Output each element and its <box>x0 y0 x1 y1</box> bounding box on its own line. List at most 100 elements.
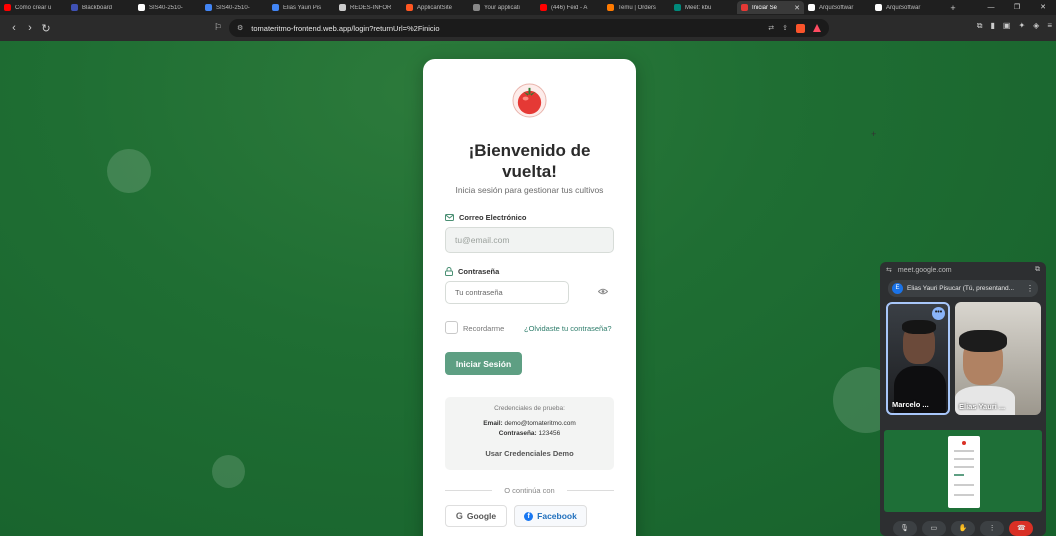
translate-icon[interactable]: ⇄ <box>768 24 774 32</box>
new-tab-button[interactable]: + <box>946 3 960 13</box>
menu-icon[interactable]: ≡ <box>1047 21 1052 31</box>
browser-tab[interactable]: REDES-INFOR <box>335 1 402 14</box>
tab-label: Iniciar Se <box>752 4 778 11</box>
shared-screen-line <box>954 484 974 486</box>
browser-tab[interactable]: Blackboard <box>67 1 134 14</box>
presenter-avatar: E <box>892 283 903 294</box>
shared-screen-line <box>954 494 974 496</box>
cursor-crosshair-icon: + <box>871 129 877 139</box>
tab-label: Your applicati <box>484 4 520 11</box>
vpn-icon[interactable]: ◈ <box>1033 21 1039 31</box>
tab-favicon-icon <box>473 4 480 11</box>
address-bar[interactable]: ⚙ tomateritmo-frontend.web.app/login?ret… <box>229 19 829 37</box>
bookmark-icon[interactable]: ⚐ <box>214 22 222 33</box>
browser-tab[interactable]: ArquiSoftwar <box>871 1 938 14</box>
remember-me-checkbox[interactable] <box>445 321 458 334</box>
back-icon[interactable]: ‹ <box>6 22 22 34</box>
site-info-icon[interactable]: ⚙ <box>237 24 243 32</box>
camera-icon[interactable]: ▭ <box>921 520 946 536</box>
more-options-icon[interactable]: ⋮ <box>1026 284 1034 293</box>
use-demo-credentials-button[interactable]: Usar Credenciales Demo <box>473 445 586 462</box>
participant-hair <box>902 320 936 334</box>
demo-password-label: Contraseña: <box>498 430 537 437</box>
mail-icon <box>445 214 454 221</box>
share-icon[interactable]: ⇪ <box>782 24 788 32</box>
email-input[interactable]: tu@email.com <box>445 227 614 253</box>
brave-shields-icon[interactable] <box>796 23 805 33</box>
meet-pip-window[interactable]: ⇆ meet.google.com ⧉ E Elias Yauri Pisuca… <box>880 262 1046 536</box>
close-window-button[interactable]: ✕ <box>1030 0 1056 15</box>
participant-name: Elias Yauri ... <box>959 402 1006 411</box>
tab-favicon-icon <box>741 4 748 11</box>
shared-screen-line <box>954 450 974 452</box>
raise-hand-icon[interactable]: ✋ <box>950 520 975 536</box>
demo-credentials-box: Credenciales de prueba: Email: demo@toma… <box>445 397 614 470</box>
divider-right <box>567 490 614 491</box>
browser-tab[interactable]: SIS40-2510- <box>201 1 268 14</box>
welcome-title-line-1: ¡Bienvenido de <box>468 141 591 160</box>
show-password-eye-icon[interactable] <box>598 288 608 295</box>
browser-tab[interactable]: (446) Feid - A <box>536 1 603 14</box>
demo-email-label: Email: <box>483 420 503 427</box>
end-call-icon[interactable]: ☎ <box>1009 520 1034 536</box>
password-placeholder: Tu contraseña <box>455 288 503 297</box>
reload-icon[interactable]: ↻ <box>38 22 54 35</box>
facebook-icon: f <box>524 511 534 521</box>
browser-tab[interactable]: Meet: kbu <box>670 1 737 14</box>
leo-icon[interactable]: ✦ <box>1018 21 1025 31</box>
tab-label: SIS40-2510- <box>216 4 250 11</box>
sidebar-icon[interactable]: ▮ <box>991 21 995 31</box>
presenting-text: Elias Yauri Pisucar (Tú, presentand... <box>907 285 1015 292</box>
extensions-icon[interactable]: ⧉ <box>977 21 983 31</box>
tab-label: ApplicantSite <box>417 4 453 11</box>
password-label: Contraseña <box>445 267 499 276</box>
demo-password-value: 123456 <box>538 430 561 437</box>
window-controls: — ❐ ✕ <box>978 0 1056 15</box>
tab-label: Temu | Orders <box>618 4 656 11</box>
tab-favicon-icon <box>406 4 413 11</box>
password-input[interactable]: Tu contraseña <box>445 281 569 304</box>
tab-label: Elias Yauri Pis <box>283 4 322 11</box>
microphone-icon[interactable]: 🎙 <box>892 520 917 536</box>
restore-button[interactable]: ❐ <box>1004 0 1030 15</box>
tab-label: Meet: kbu <box>685 4 712 11</box>
google-login-label: Google <box>466 511 497 521</box>
login-button[interactable]: Iniciar Sesión <box>445 352 522 375</box>
close-tab-icon[interactable]: ✕ <box>794 4 800 12</box>
forgot-password-link[interactable]: ¿Olvidaste tu contraseña? <box>524 324 612 333</box>
tab-label: (446) Feid - A <box>551 4 588 11</box>
shared-screen-line <box>954 458 974 460</box>
forward-icon[interactable]: › <box>22 22 38 34</box>
browser-tab[interactable]: Iniciar Se ✕ <box>737 1 804 14</box>
tab-favicon-icon <box>205 4 212 11</box>
more-actions-icon[interactable]: ⋮ <box>980 520 1005 536</box>
google-login-button[interactable]: G Google <box>445 505 507 527</box>
browser-tab[interactable]: Cómo crear u <box>0 1 67 14</box>
browser-tab[interactable]: ApplicantSite <box>402 1 469 14</box>
browser-tab[interactable]: Temu | Orders <box>603 1 670 14</box>
site-settings-icon[interactable]: ⇆ <box>886 266 892 274</box>
pip-title-bar: ⇆ meet.google.com ⧉ <box>880 262 1046 278</box>
demo-credentials-title: Credenciales de prueba: <box>494 405 565 412</box>
participant-name: Marcelo ... <box>892 400 929 409</box>
brave-rewards-icon[interactable] <box>813 24 821 32</box>
email-label-text: Correo Electrónico <box>459 213 527 222</box>
participant-tile[interactable]: Elias Yauri ... <box>955 302 1041 415</box>
login-card: ¡Bienvenido de vuelta! Inicia sesión par… <box>423 59 636 536</box>
participant-tile[interactable]: ••• Marcelo ... <box>886 302 950 415</box>
browser-tab[interactable]: SIS40-2510- <box>134 1 201 14</box>
browser-tab[interactable]: Elias Yauri Pis <box>268 1 335 14</box>
minimize-button[interactable]: — <box>978 0 1004 15</box>
browser-tab[interactable]: Your applicati <box>469 1 536 14</box>
back-to-tab-icon[interactable]: ⧉ <box>1035 266 1040 274</box>
facebook-login-button[interactable]: f Facebook <box>514 505 587 527</box>
shared-screen-button <box>954 474 964 476</box>
tab-favicon-icon <box>138 4 145 11</box>
tab-favicon-icon <box>875 4 882 11</box>
tab-favicon-icon <box>272 4 279 11</box>
wallet-icon[interactable]: ▣ <box>1003 21 1011 31</box>
tab-favicon-icon <box>339 4 346 11</box>
decorative-bubble <box>107 149 151 193</box>
browser-tab[interactable]: ArquiSoftwar <box>804 1 871 14</box>
tile-more-icon[interactable]: ••• <box>932 307 945 320</box>
